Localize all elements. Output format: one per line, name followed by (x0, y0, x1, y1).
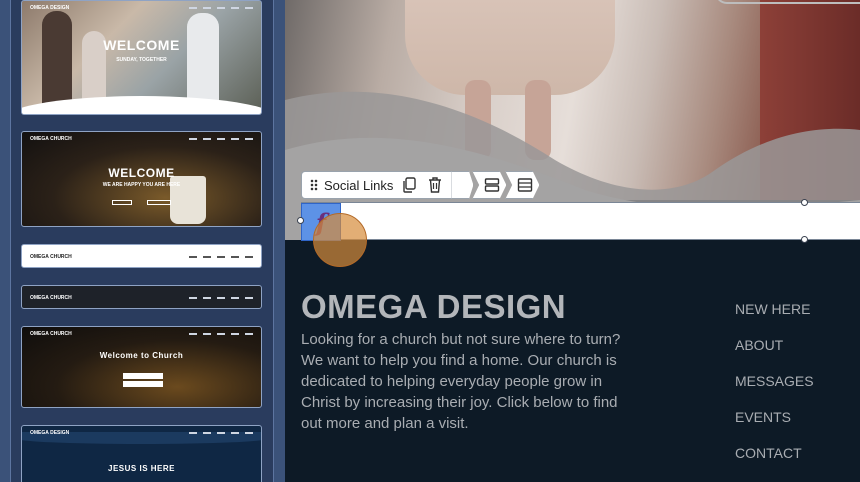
block-toolbar: Social Links (301, 171, 540, 199)
section-button[interactable] (505, 171, 540, 199)
footer-link-about[interactable]: ABOUT (735, 337, 855, 373)
thumbnail-button (147, 200, 171, 205)
thumbnail-title: JESUS IS HERE (108, 464, 175, 473)
page-canvas[interactable]: OMEGA DESIGN Looking for a church but no… (285, 0, 860, 482)
thumbnail-subtitle: SUNDAY, TOGETHER (116, 57, 167, 63)
thumbnail-logo: OMEGA DESIGN (30, 5, 70, 11)
rows-button[interactable] (472, 171, 507, 199)
drag-handle-icon[interactable] (310, 179, 318, 191)
thumbnail-logo: OMEGA CHURCH (30, 331, 72, 337)
thumbnail-logo: OMEGA DESIGN (30, 430, 70, 436)
section-icon (515, 175, 535, 195)
toolbar-block-label[interactable]: Social Links (324, 178, 393, 193)
thumbnail-logo: OMEGA CHURCH (30, 295, 72, 301)
footer-link-events[interactable]: EVENTS (735, 409, 855, 445)
click-indicator (313, 213, 367, 267)
thumbnail-subtitle: WE ARE HAPPY YOU ARE HERE (102, 182, 181, 188)
resize-handle-top[interactable] (801, 199, 808, 206)
thumbnail-nav: OMEGA CHURCH (22, 132, 261, 146)
thumbnail-nav: OMEGA CHURCH (22, 291, 261, 305)
thumbnail-input (123, 381, 163, 387)
rows-icon (482, 175, 502, 195)
thumbnail-logo: OMEGA CHURCH (30, 254, 72, 260)
footer-link-contact[interactable]: CONTACT (735, 445, 855, 481)
social-links-block[interactable]: f (297, 199, 860, 243)
toolbar-main: Social Links (301, 171, 453, 199)
template-thumbnail-welcome-happy[interactable]: OMEGA CHURCH WELCOME WE ARE HAPPY YOU AR… (21, 131, 262, 227)
template-thumbnail-welcome-sunday[interactable]: OMEGA DESIGN WELCOME SUNDAY, TOGETHER (21, 0, 262, 115)
resize-handle-bottom[interactable] (801, 236, 808, 243)
template-thumbnail-jesus-is-here[interactable]: OMEGA DESIGN JESUS IS HERE (21, 425, 262, 482)
footer-link-messages[interactable]: MESSAGES (735, 373, 855, 409)
template-thumbnail-header-dark[interactable]: OMEGA CHURCH (21, 285, 262, 309)
template-sidebar: OMEGA DESIGN WELCOME SUNDAY, TOGETHER OM… (0, 0, 285, 482)
template-thumbnail-welcome-form[interactable]: OMEGA CHURCH Welcome to Church (21, 326, 262, 408)
footer-description[interactable]: Looking for a church but not sure where … (301, 329, 621, 434)
delete-icon[interactable] (425, 175, 445, 195)
footer-title[interactable]: OMEGA DESIGN (301, 288, 566, 326)
footer-section[interactable]: OMEGA DESIGN Looking for a church but no… (285, 240, 860, 482)
thumbnail-nav: OMEGA DESIGN (22, 1, 261, 15)
thumbnail-nav: OMEGA CHURCH (22, 327, 261, 341)
thumbnail-nav: OMEGA CHURCH (22, 250, 261, 264)
footer-link-new-here[interactable]: NEW HERE (735, 301, 855, 337)
duplicate-icon[interactable] (399, 175, 419, 195)
toolbar-separator (451, 171, 474, 199)
template-thumbnail-header-light[interactable]: OMEGA CHURCH (21, 244, 262, 268)
thumbnail-title: WELCOME (108, 166, 175, 180)
resize-handle-left[interactable] (297, 217, 304, 224)
footer-nav: NEW HERE ABOUT MESSAGES EVENTS CONTACT (735, 301, 855, 481)
thumbnail-title: Welcome to Church (99, 351, 184, 360)
thumbnail-title: WELCOME (103, 37, 180, 53)
thumbnail-logo: OMEGA CHURCH (30, 136, 72, 142)
thumbnail-nav: OMEGA DESIGN (22, 426, 261, 440)
thumbnail-button (112, 200, 132, 205)
thumbnail-input (123, 373, 163, 379)
